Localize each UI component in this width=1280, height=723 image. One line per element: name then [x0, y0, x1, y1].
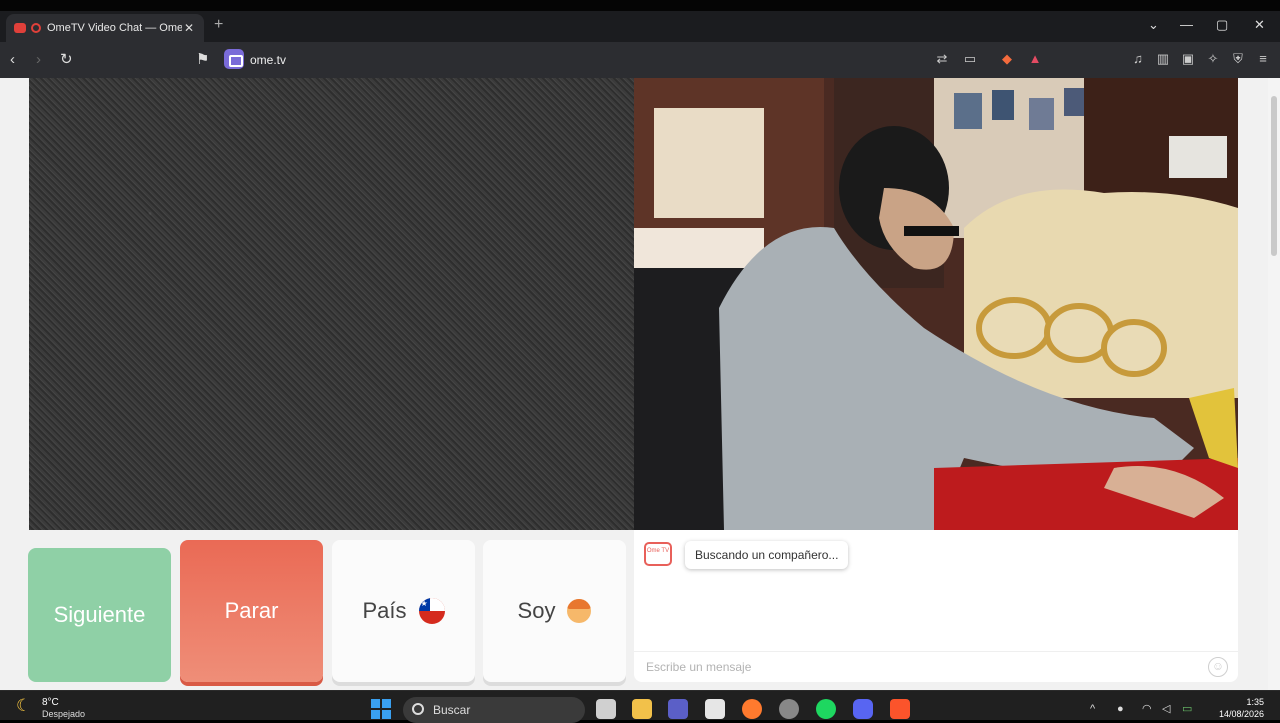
gender-button-label: Soy	[517, 598, 556, 623]
vpn-icon[interactable]: ⛨	[1231, 52, 1245, 66]
clock-date[interactable]: 14/08/2026	[1208, 709, 1264, 719]
chile-flag-icon: ★	[418, 598, 445, 624]
video-favicon-icon	[14, 23, 26, 33]
brave-icon[interactable]	[890, 699, 910, 719]
leo-ai-icon[interactable]: ✧	[1206, 52, 1220, 66]
back-icon[interactable]: ‹	[10, 51, 15, 69]
clock-time[interactable]: 1:35	[1232, 697, 1264, 707]
translate-icon[interactable]: ⇄	[935, 52, 949, 66]
address-bar-row: ‹ › ↻ ⚑	[0, 42, 1280, 78]
new-tab-button[interactable]: +	[214, 17, 223, 33]
own-camera-video	[634, 78, 1238, 530]
scrollbar-thumb[interactable]	[1271, 96, 1277, 256]
moon-weather-icon[interactable]: ☾	[16, 697, 31, 715]
spotify-icon[interactable]	[816, 699, 836, 719]
message-input[interactable]	[644, 657, 1194, 677]
menu-icon[interactable]: ≡	[1256, 52, 1270, 66]
task-view-icon[interactable]	[596, 699, 616, 719]
chat-divider	[634, 651, 1238, 652]
tab-list-chevron-icon[interactable]: ⌄	[1148, 17, 1159, 33]
firefox-icon[interactable]	[742, 699, 762, 719]
cast-icon[interactable]: ▭	[963, 52, 977, 66]
media-icon[interactable]: ♫	[1131, 52, 1145, 66]
next-button-label: Siguiente	[53, 602, 146, 627]
taskbar-search-label: Buscar	[433, 703, 471, 717]
weather-temperature[interactable]: 8°C	[42, 697, 59, 708]
microphone-icon[interactable]: ●	[1117, 703, 1124, 715]
country-button-label: País	[362, 598, 407, 623]
battery-icon[interactable]: ▭	[1182, 703, 1192, 715]
volume-icon[interactable]: ◁	[1162, 703, 1170, 715]
weather-description[interactable]: Despejado	[42, 709, 85, 719]
bookmark-icon[interactable]: ⚑	[196, 51, 209, 69]
site-icon	[224, 49, 244, 69]
tab-title: OmeTV Video Chat — Omegl	[47, 22, 182, 34]
tab-bar: OmeTV Video Chat — Omegl ✕	[0, 11, 1280, 42]
stop-button[interactable]: Parar	[180, 540, 323, 682]
stranger-video-static	[29, 78, 634, 530]
teams-icon[interactable]	[668, 699, 688, 719]
maximize-icon[interactable]: ▢	[1216, 17, 1228, 33]
boy-face-icon	[567, 599, 592, 623]
gender-button[interactable]: Soy	[483, 540, 626, 682]
wifi-icon[interactable]: ◠	[1142, 703, 1152, 715]
emoji-icon[interactable]: ☺	[1208, 657, 1228, 677]
window-top-strip	[0, 0, 1280, 11]
recording-icon	[31, 23, 41, 33]
brave-shields-icon[interactable]: ◆	[1000, 52, 1014, 66]
app-icon[interactable]	[779, 699, 799, 719]
search-icon	[412, 703, 424, 715]
minimize-icon[interactable]: —	[1180, 17, 1193, 33]
next-button[interactable]: Siguiente	[28, 548, 171, 682]
file-explorer-icon[interactable]	[632, 699, 652, 719]
ometv-logo-icon: Ome TV	[644, 542, 672, 566]
close-window-icon[interactable]: ✕	[1254, 17, 1265, 33]
tray-chevron-icon[interactable]: ^	[1090, 703, 1095, 715]
stop-button-label: Parar	[224, 598, 279, 623]
tab-ometv[interactable]: OmeTV Video Chat — Omegl ✕	[6, 14, 204, 42]
taskbar-search[interactable]: Buscar	[403, 697, 585, 723]
sidebar-icon[interactable]: ▥	[1156, 52, 1170, 66]
forward-icon[interactable]: ›	[36, 51, 41, 69]
reload-icon[interactable]: ↻	[60, 51, 73, 69]
close-tab-icon[interactable]: ✕	[182, 21, 196, 35]
status-message-bubble: Buscando un compañero...	[685, 541, 849, 569]
country-button[interactable]: País ★	[332, 540, 475, 682]
url-field[interactable]: ome.tv	[250, 53, 286, 67]
store-icon[interactable]	[705, 699, 725, 719]
windows-start-icon[interactable]	[371, 699, 391, 719]
wallet-icon[interactable]: ▣	[1181, 52, 1195, 66]
brave-rewards-icon[interactable]: ▲	[1028, 52, 1042, 66]
discord-icon[interactable]	[853, 699, 873, 719]
